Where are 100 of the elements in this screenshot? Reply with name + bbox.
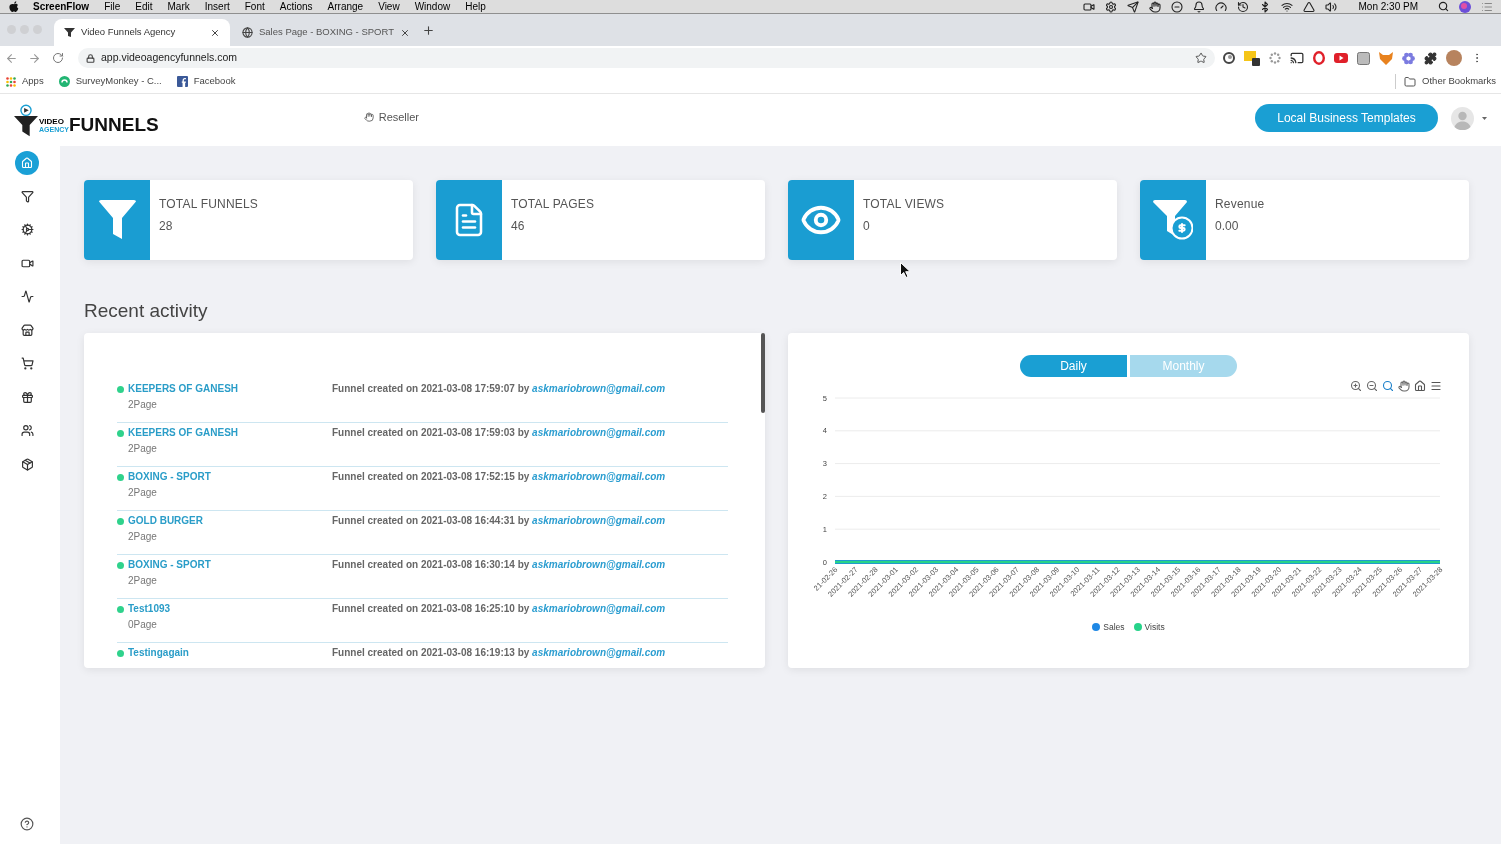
puzzle-icon[interactable] [1424,51,1437,65]
globe-icon [242,27,253,38]
stat-title: Revenue [1215,197,1265,211]
funnel-icon [20,189,34,203]
page-count: 2Page [127,399,158,411]
new-tab-icon[interactable] [422,23,435,37]
reload-icon[interactable] [52,52,64,64]
activity-description: Funnel created on 2021-03-08 17:59:07 by askmariobrown@gmail.com [332,383,666,396]
close-icon[interactable] [400,27,410,38]
funnel-logo-icon [14,103,38,137]
cog-icon [20,223,34,237]
wifi-icon[interactable] [1280,0,1293,13]
activity-description: Funnel created on 2021-03-08 16:44:31 by askmariobrown@gmail.com [332,515,666,528]
scrollbar-thumb[interactable] [761,333,765,413]
minus-circle-icon[interactable] [1170,0,1183,13]
close-icon[interactable] [210,27,220,38]
fox-icon[interactable] [1379,51,1393,65]
zoom-out-icon[interactable] [1366,380,1378,392]
search-icon[interactable] [1438,1,1449,12]
page-count: 2Page [127,487,158,499]
tab-title: Video Funnels Agency [81,25,176,40]
funnel-coin-icon [1153,200,1193,240]
stat-value: 0 [863,219,871,233]
circle-logo-icon [58,76,70,87]
menu-item[interactable]: View [378,0,400,13]
zoom-in-icon[interactable] [1350,380,1362,392]
caret-icon[interactable] [1482,116,1487,120]
menu-item[interactable]: Help [465,0,486,13]
reseller-link[interactable]: Reseller [378,108,420,126]
orb-icon[interactable] [1459,0,1471,13]
profile-avatar-icon[interactable] [1446,50,1462,66]
menu-item[interactable]: Window [414,0,451,13]
list-icon[interactable] [1481,0,1493,13]
dotted-circle-icon[interactable] [1269,52,1281,64]
page-count: 2Page [127,443,158,455]
bookmark-link[interactable]: Facebook [193,74,236,89]
square-logo-icon [176,76,188,87]
menu-icon[interactable] [1430,380,1442,392]
menu-clock[interactable]: Mon 2:30 PM [1358,0,1418,13]
ring-icon[interactable] [1223,52,1235,64]
apple-icon[interactable] [9,0,19,13]
menu-item[interactable]: Font [244,0,265,13]
address-field[interactable]: app.videoagencyfunnels.com [78,48,1215,68]
activity-description: Funnel created on 2021-03-08 16:30:14 by askmariobrown@gmail.com [332,559,666,572]
paper-plane-icon[interactable] [1126,0,1139,13]
menu-item[interactable]: Mark [167,0,190,13]
store-icon [20,323,34,337]
pulse-icon [20,290,34,304]
note-tile-icon[interactable] [1244,50,1260,66]
bookmark-link[interactable]: Other Bookmarks [1422,74,1496,89]
gift-icon [20,390,34,404]
activity-description: Funnel created on 2021-03-08 17:52:15 by askmariobrown@gmail.com [332,471,666,484]
browser-tab[interactable]: Sales Page - BOXING - SPORT [236,19,408,46]
bell-icon[interactable] [1192,0,1205,13]
page-count: 2Page [127,575,158,587]
hand-icon [363,112,374,122]
volume-icon[interactable] [1324,0,1337,13]
browser-tab[interactable]: Video Funnels Agency [54,19,230,46]
menu-item[interactable]: File [104,0,121,13]
flower-icon[interactable] [1402,51,1415,65]
square-icon[interactable] [1357,51,1370,65]
history-icon[interactable] [1236,0,1249,13]
legend-label[interactable]: Visits [1144,622,1165,632]
menu-item[interactable]: Arrange [327,0,364,13]
logo-wordmark: FUNNELS [68,114,159,135]
activity-description: Funnel created on 2021-03-08 16:19:13 by askmariobrown@gmail.com [332,647,666,659]
gauge-icon[interactable] [1214,0,1227,13]
forward-icon[interactable] [28,51,41,65]
tab-title: Sales Page - BOXING - SPORT [259,25,394,40]
home-icon[interactable] [1414,380,1426,392]
url-text: app.videoagencyfunnels.com [101,50,237,66]
back-icon[interactable] [5,51,18,65]
bookmark-link[interactable]: Apps [22,74,44,89]
package-icon [20,457,34,471]
stat-value: 46 [511,219,526,233]
bookmark-link[interactable]: SurveyMonkey - C... [75,74,162,89]
logo-text: VIDEO [39,117,65,126]
hand-icon[interactable] [1148,0,1161,13]
menu-item[interactable]: Edit [135,0,153,13]
app-menu[interactable]: ScreenFlow [33,0,90,13]
activity-description: Funnel created on 2021-03-08 17:59:03 by askmariobrown@gmail.com [332,427,666,440]
stat-value: 0.00 [1215,219,1240,233]
cast-icon[interactable] [1290,51,1304,65]
help-icon[interactable] [20,817,34,831]
video-camera-icon[interactable] [1082,0,1095,13]
play-tile-icon[interactable] [1334,53,1348,63]
stat-title: TOTAL PAGES [511,197,595,211]
menu-item[interactable]: Actions [279,0,313,13]
lock-icon [86,53,95,63]
home-icon [21,156,33,169]
ring-icon[interactable] [1313,51,1325,65]
triangle-icon[interactable] [1302,0,1315,13]
cursor-icon [900,262,911,278]
hand-icon[interactable] [1398,380,1410,392]
legend-label[interactable]: Sales [1103,622,1125,632]
funnel-favicon-icon [64,27,75,38]
star-icon[interactable] [1195,52,1207,64]
stat-value: 28 [159,219,174,233]
menu-item[interactable]: Insert [204,0,230,13]
gear-icon[interactable] [1104,0,1117,13]
